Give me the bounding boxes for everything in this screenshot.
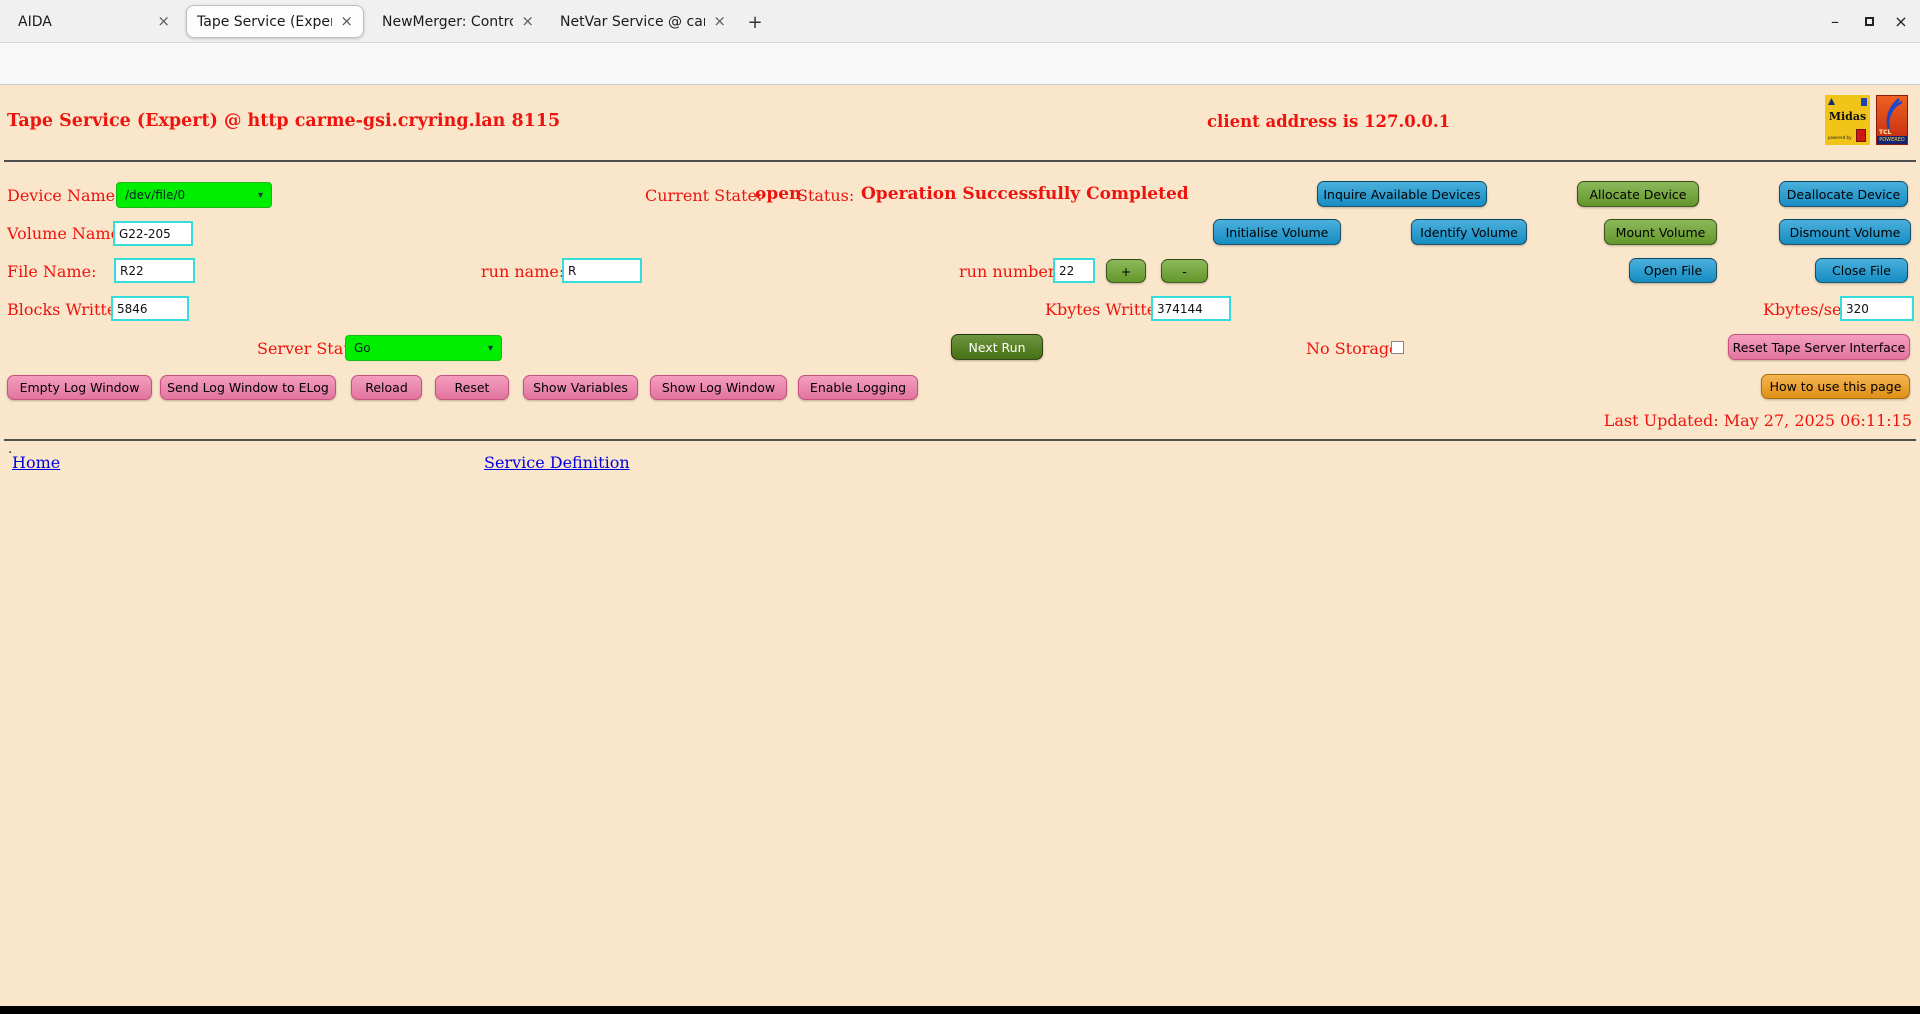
- next-run-button[interactable]: Next Run: [951, 334, 1043, 360]
- run-number-label: run number:: [959, 262, 1061, 281]
- blocks-written-input[interactable]: [111, 296, 189, 321]
- status-label: Status:: [797, 186, 854, 205]
- run-number-input[interactable]: [1053, 258, 1095, 283]
- tab-tape-service[interactable]: Tape Service (Expert) @ carm ×: [186, 5, 364, 38]
- midas-logo-subtext: powered by: [1828, 135, 1851, 140]
- file-name-input[interactable]: [114, 258, 195, 283]
- tab-title: NetVar Service @ carme-gsi: [560, 14, 705, 30]
- minimize-button[interactable]: –: [1822, 8, 1848, 34]
- run-name-input[interactable]: [562, 258, 642, 283]
- tab-newmerger[interactable]: NewMerger: Control @ carme ×: [372, 5, 544, 38]
- how-to-use-this-page-button[interactable]: How to use this page: [1761, 374, 1910, 399]
- server-state-select[interactable]: Go ▾: [345, 335, 502, 361]
- show-log-window-button[interactable]: Show Log Window: [650, 375, 787, 400]
- initialise-volume-button[interactable]: Initialise Volume: [1213, 219, 1341, 245]
- file-name-label: File Name:: [7, 262, 96, 281]
- tcl-logo[interactable]: TCL POWERED: [1876, 95, 1908, 145]
- kbytes-per-sec-input[interactable]: [1840, 296, 1914, 321]
- tab-aida[interactable]: AIDA ×: [8, 5, 180, 38]
- tcl-logo-text: TCL: [1879, 129, 1891, 136]
- open-file-button[interactable]: Open File: [1629, 258, 1717, 283]
- deallocate-device-button[interactable]: Deallocate Device: [1779, 181, 1908, 207]
- tab-netvar[interactable]: NetVar Service @ carme-gsi ×: [550, 5, 736, 38]
- kbytes-written-input[interactable]: [1151, 296, 1231, 321]
- service-definition-link[interactable]: Service Definition: [484, 453, 630, 472]
- allocate-device-button[interactable]: Allocate Device: [1577, 181, 1699, 207]
- tab-title: Tape Service (Expert) @ carm: [197, 14, 332, 30]
- reset-button[interactable]: Reset: [435, 375, 509, 400]
- identify-volume-button[interactable]: Identify Volume: [1411, 219, 1527, 245]
- midas-logo[interactable]: Midas powered by: [1825, 95, 1870, 145]
- page-title: Tape Service (Expert) @ http carme-gsi.c…: [7, 111, 560, 131]
- midas-logo-text: Midas: [1829, 110, 1866, 123]
- close-file-button[interactable]: Close File: [1815, 258, 1908, 283]
- device-name-value: /dev/file/0: [125, 188, 185, 202]
- volume-name-label: Volume Name:: [7, 224, 125, 243]
- tab-close-icon[interactable]: ×: [340, 14, 353, 29]
- no-storage-label: No Storage: [1306, 339, 1399, 358]
- client-address: client address is 127.0.0.1: [1207, 112, 1450, 131]
- reload-page-button[interactable]: Reload: [351, 375, 422, 400]
- bottom-edge: [0, 1006, 1920, 1014]
- show-variables-button[interactable]: Show Variables: [523, 375, 638, 400]
- current-state-label: Current State:: [645, 186, 762, 205]
- send-log-window-to-elog-button[interactable]: Send Log Window to ELog: [160, 375, 336, 400]
- device-name-select[interactable]: /dev/file/0 ▾: [116, 182, 272, 208]
- close-window-button[interactable]: ×: [1888, 8, 1914, 34]
- maximize-icon: [1865, 17, 1874, 26]
- page-content: Tape Service (Expert) @ http carme-gsi.c…: [0, 85, 1920, 1006]
- divider: [4, 160, 1916, 162]
- home-link[interactable]: Home: [12, 453, 60, 472]
- browser-window: AIDA × Tape Service (Expert) @ carm × Ne…: [0, 0, 1920, 1014]
- new-tab-button[interactable]: +: [742, 9, 768, 35]
- dismount-volume-button[interactable]: Dismount Volume: [1779, 219, 1911, 245]
- server-state-label: Server State: [257, 339, 359, 358]
- enable-logging-button[interactable]: Enable Logging: [798, 375, 918, 400]
- tab-close-icon[interactable]: ×: [157, 14, 170, 29]
- maximize-button[interactable]: [1856, 8, 1882, 34]
- tcl-logo-subtext: POWERED: [1877, 136, 1907, 144]
- empty-log-window-button[interactable]: Empty Log Window: [7, 375, 152, 400]
- device-name-label: Device Name:: [7, 186, 121, 205]
- midas-logo-decoration: [1856, 129, 1866, 142]
- reset-tape-server-interface-button[interactable]: Reset Tape Server Interface: [1728, 334, 1910, 360]
- run-number-increment-button[interactable]: +: [1106, 259, 1146, 283]
- volume-name-input[interactable]: [113, 221, 193, 246]
- server-state-value: Go: [354, 341, 371, 355]
- current-state-value: open: [755, 184, 801, 204]
- last-updated-text: Last Updated: May 27, 2025 06:11:15: [1604, 411, 1912, 430]
- tab-title: NewMerger: Control @ carme: [382, 14, 513, 30]
- run-number-decrement-button[interactable]: -: [1161, 259, 1208, 283]
- tab-close-icon[interactable]: ×: [713, 14, 726, 29]
- chevron-down-icon: ▾: [488, 343, 493, 354]
- run-name-label: run name:: [481, 262, 564, 281]
- no-storage-checkbox[interactable]: [1391, 341, 1404, 354]
- inquire-available-devices-button[interactable]: Inquire Available Devices: [1317, 181, 1487, 207]
- tab-bar: AIDA × Tape Service (Expert) @ carm × Ne…: [0, 0, 1920, 43]
- tab-close-icon[interactable]: ×: [521, 14, 534, 29]
- chevron-down-icon: ▾: [258, 190, 263, 201]
- status-value: Operation Successfully Completed: [861, 184, 1189, 204]
- divider: [4, 439, 1916, 441]
- navigation-toolbar: ← → ↻ localhost:8115/TapeService/TapeSer…: [0, 43, 1920, 85]
- tab-title: AIDA: [18, 14, 149, 30]
- mount-volume-button[interactable]: Mount Volume: [1604, 219, 1717, 245]
